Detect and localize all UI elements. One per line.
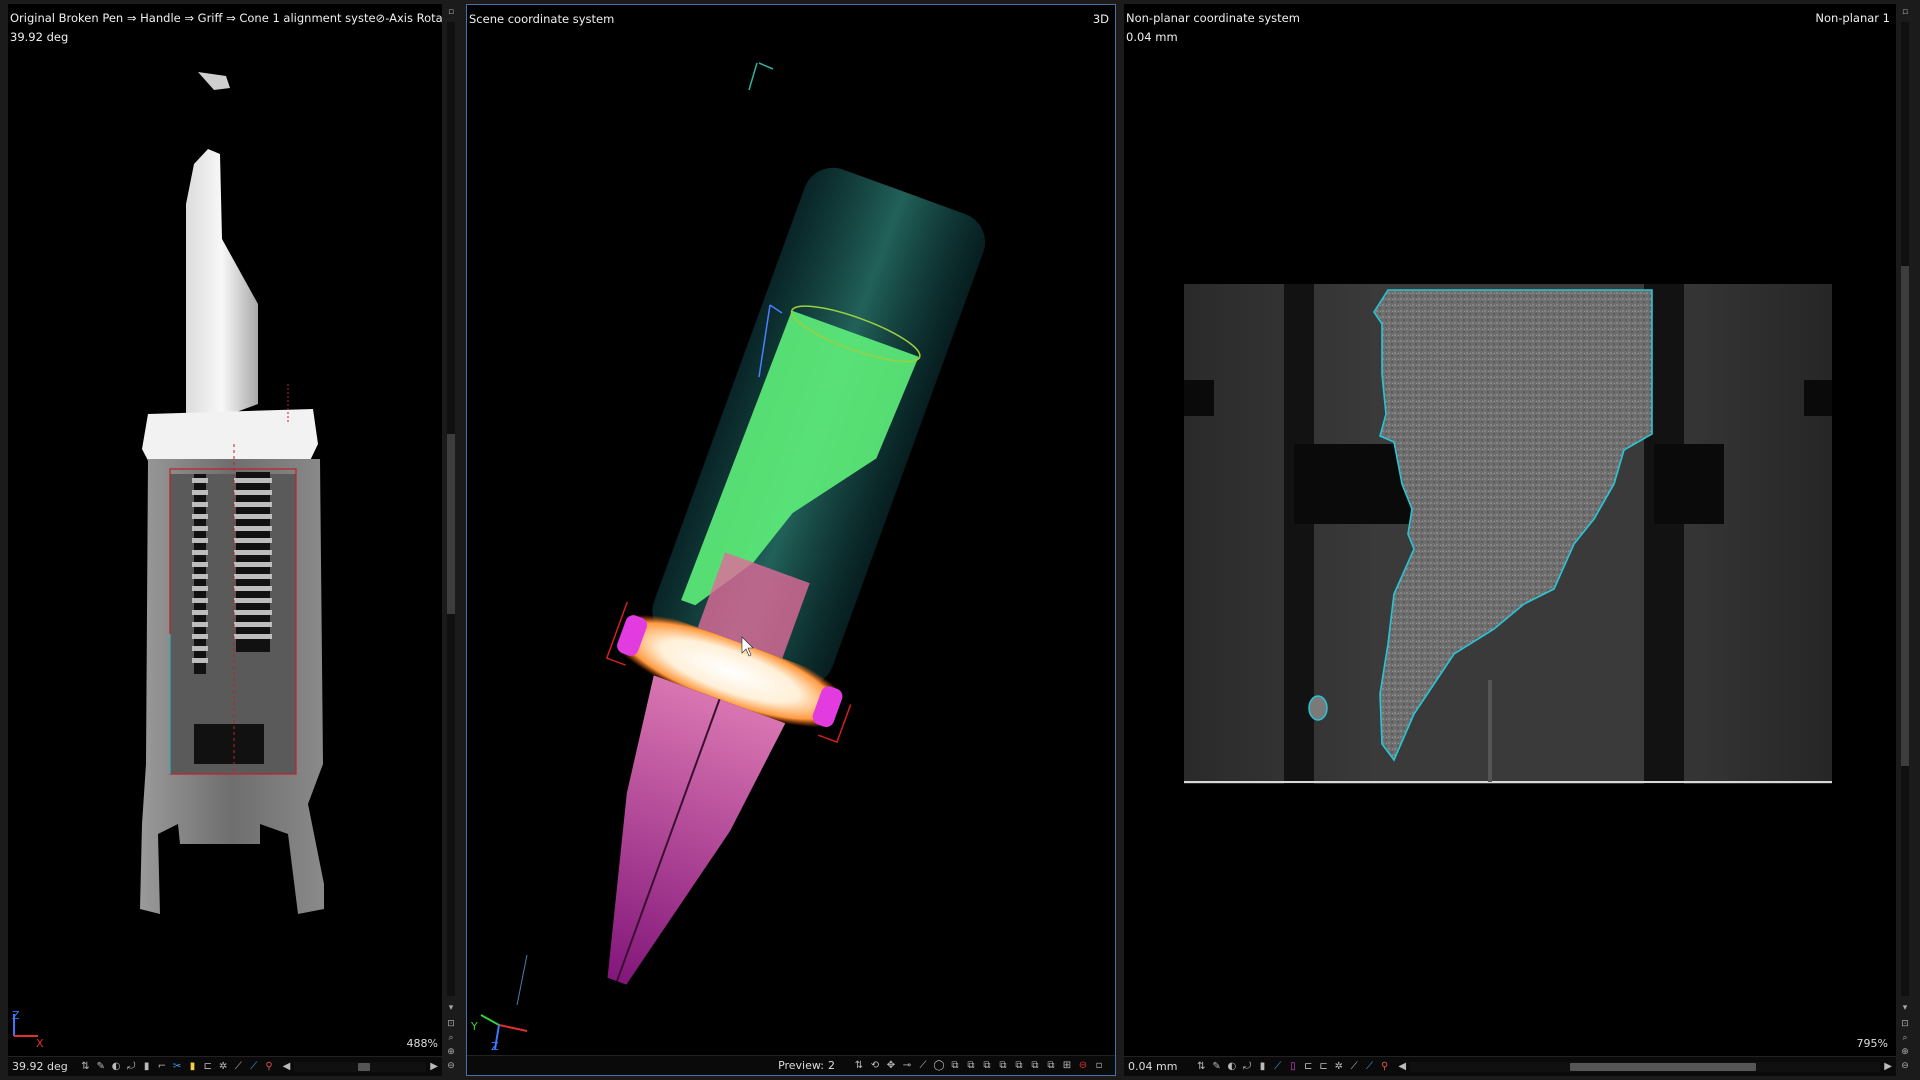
contrast-icon[interactable]: ◐ xyxy=(110,1061,121,1073)
view-top-icon[interactable]: ⧉ xyxy=(1013,1060,1025,1072)
view-right-icon[interactable]: ⧉ xyxy=(997,1060,1009,1072)
scene-axis-marker xyxy=(748,62,758,91)
value-readout: 39.92 deg xyxy=(12,1060,68,1073)
scroll-thumb[interactable] xyxy=(1901,266,1909,766)
scroll-right-icon[interactable]: ▶ xyxy=(430,1061,438,1072)
view-bottom-icon[interactable]: ⧉ xyxy=(1029,1060,1041,1072)
value-readout: 0.04 mm xyxy=(1128,1060,1178,1073)
scroll-right-icon[interactable]: ▶ xyxy=(1884,1061,1892,1072)
slice-image[interactable] xyxy=(8,4,442,1044)
slice-image[interactable] xyxy=(1124,4,1896,1044)
view-front-icon[interactable]: ⧉ xyxy=(949,1060,961,1072)
maximize-icon[interactable]: ▫ xyxy=(1093,1060,1105,1072)
zoom-level: 488% xyxy=(406,1037,438,1050)
horizontal-scrollbar[interactable] xyxy=(294,1061,427,1072)
measure-icon[interactable]: ⟋ xyxy=(233,1061,244,1073)
scroll-down-icon[interactable]: ▾ xyxy=(445,1002,457,1014)
axis-y-line xyxy=(480,1014,500,1026)
vertical-scrollbar-right[interactable]: ▫ ▾ ⊡ ⌕ ⊕ ⊖ xyxy=(1898,4,1912,1076)
pin-icon[interactable]: ⚲ xyxy=(1379,1061,1390,1073)
layout-icon[interactable]: ⧉ xyxy=(1045,1060,1057,1072)
record-icon[interactable]: ⊖ xyxy=(1077,1060,1089,1072)
zoom-out-icon[interactable]: ⊖ xyxy=(1899,1060,1911,1072)
scrollbar-thumb[interactable] xyxy=(358,1062,371,1071)
ruler-icon[interactable]: ⊏ xyxy=(1318,1061,1329,1073)
view-left-icon[interactable]: ⧉ xyxy=(981,1060,993,1072)
scroll-down-icon[interactable]: ▾ xyxy=(1899,1002,1911,1014)
zoom-reset-icon[interactable]: ⌕ xyxy=(1899,1032,1911,1044)
crop-icon[interactable]: ⟋ xyxy=(1272,1061,1283,1073)
view-toolbar: 39.92 deg ⇅ ✎ ◐ ⤾ ▮ ⌐ ✂ ▮ ⊏ ✲ ⟋ ⟋ ⚲ ◀ ▶ xyxy=(8,1056,442,1076)
view-toolbar: Preview: 2 ⇅ ⟲ ✥ ⊸ ⟋ ◯ ⧉ ⧉ ⧉ ⧉ ⧉ ⧉ ⧉ ⊞ ⊖… xyxy=(467,1055,1115,1075)
axis-guide xyxy=(516,954,528,1006)
preview-label: Preview: xyxy=(778,1059,824,1072)
zoom-reset-icon[interactable]: ⌕ xyxy=(445,1032,457,1044)
navigate-icon[interactable]: ⟲ xyxy=(869,1060,881,1072)
pen-icon[interactable]: ✎ xyxy=(95,1061,106,1073)
spin-icon[interactable]: ⇅ xyxy=(1196,1061,1207,1073)
notch-left xyxy=(1184,380,1214,416)
move-icon[interactable]: ✥ xyxy=(885,1060,897,1072)
spin-icon[interactable]: ⇅ xyxy=(80,1061,91,1073)
angle-icon[interactable]: ⟋ xyxy=(1364,1061,1375,1073)
view-back-icon[interactable]: ⧉ xyxy=(965,1060,977,1072)
cavity-right xyxy=(1654,444,1724,524)
zoom-out-icon[interactable]: ⊖ xyxy=(445,1060,457,1072)
zoom-in-icon[interactable]: ⊕ xyxy=(1899,1046,1911,1058)
slice-view-left[interactable]: Original Broken Pen ⇒ Handle ⇒ Griff ⇒ C… xyxy=(8,4,442,1076)
scissors-icon[interactable]: ✂ xyxy=(172,1061,183,1073)
axis-x-line xyxy=(498,1024,528,1032)
scene-axis-marker-tick xyxy=(758,62,774,70)
axis-y-label: Y xyxy=(471,1020,478,1033)
ruler-icon[interactable]: ⟋ xyxy=(917,1060,929,1072)
clip-icon[interactable]: ⊸ xyxy=(901,1060,913,1072)
zoom-fit-icon[interactable]: ⊡ xyxy=(445,1018,457,1030)
segmented-particle[interactable] xyxy=(1308,695,1328,721)
pin-icon[interactable]: ⚲ xyxy=(263,1061,274,1073)
slice-view-right[interactable]: Non-planar coordinate system Non-planar … xyxy=(1124,4,1896,1076)
view-toolbar: 0.04 mm ⇅ ✎ ◐ ⤾ ▮ ⟋ ▯ ⊏ ⊏ ✲ ⟋ ⟋ ⚲ ◀ ▶ xyxy=(1124,1056,1896,1076)
window-icon[interactable]: ▮ xyxy=(141,1061,152,1073)
axis-x-label: X xyxy=(36,1037,44,1050)
color-icon[interactable]: ▮ xyxy=(187,1061,198,1073)
scroll-up-icon[interactable]: ▫ xyxy=(1899,6,1911,18)
settings-icon[interactable]: ✲ xyxy=(217,1061,228,1073)
sphere-icon[interactable]: ◯ xyxy=(933,1060,945,1072)
zoom-level: 795% xyxy=(1856,1037,1888,1050)
vertical-scrollbar-left[interactable]: ▫ ▾ ⊡ ⌕ ⊕ ⊖ xyxy=(444,4,458,1076)
cap-fragment xyxy=(198,72,230,90)
tool-icon[interactable]: ⤾ xyxy=(126,1061,137,1073)
scroll-up-icon[interactable]: ▫ xyxy=(445,6,457,18)
angle-icon[interactable]: ⟋ xyxy=(248,1061,259,1073)
ruler-icon[interactable]: ⊏ xyxy=(202,1061,213,1073)
grid-icon[interactable]: ⊞ xyxy=(1061,1060,1073,1072)
zoom-fit-icon[interactable]: ⊡ xyxy=(1899,1018,1911,1030)
tool-icon[interactable]: ⤾ xyxy=(1242,1061,1253,1073)
zoom-in-icon[interactable]: ⊕ xyxy=(445,1046,457,1058)
3d-view[interactable]: Scene coordinate system 3D Y Z Preview: … xyxy=(466,4,1116,1076)
axis-z-label: Z xyxy=(491,1040,499,1053)
axis-z-label: Z xyxy=(12,1009,20,1022)
pen-icon[interactable]: ✎ xyxy=(1211,1061,1222,1073)
contrast-icon[interactable]: ◐ xyxy=(1226,1061,1237,1073)
preview-value[interactable]: 2 xyxy=(828,1059,835,1072)
window-icon[interactable]: ▮ xyxy=(1257,1061,1268,1073)
spin-icon[interactable]: ⇅ xyxy=(853,1060,865,1072)
settings-icon[interactable]: ✲ xyxy=(1333,1061,1344,1073)
scroll-left-icon[interactable]: ◀ xyxy=(283,1061,291,1072)
color-icon[interactable]: ⊏ xyxy=(1303,1061,1314,1073)
crop-icon[interactable]: ⌐ xyxy=(156,1061,167,1073)
scroll-thumb[interactable] xyxy=(447,434,455,614)
scissors-icon[interactable]: ▯ xyxy=(1287,1061,1298,1073)
scrollbar-thumb[interactable] xyxy=(1570,1062,1757,1071)
notch-right xyxy=(1804,380,1832,416)
inner-step xyxy=(194,724,264,764)
clip-shape xyxy=(186,149,258,424)
volume-render[interactable] xyxy=(467,5,1116,1055)
horizontal-scrollbar[interactable] xyxy=(1410,1061,1881,1072)
scroll-left-icon[interactable]: ◀ xyxy=(1398,1061,1406,1072)
measure-icon[interactable]: ⟋ xyxy=(1349,1061,1360,1073)
